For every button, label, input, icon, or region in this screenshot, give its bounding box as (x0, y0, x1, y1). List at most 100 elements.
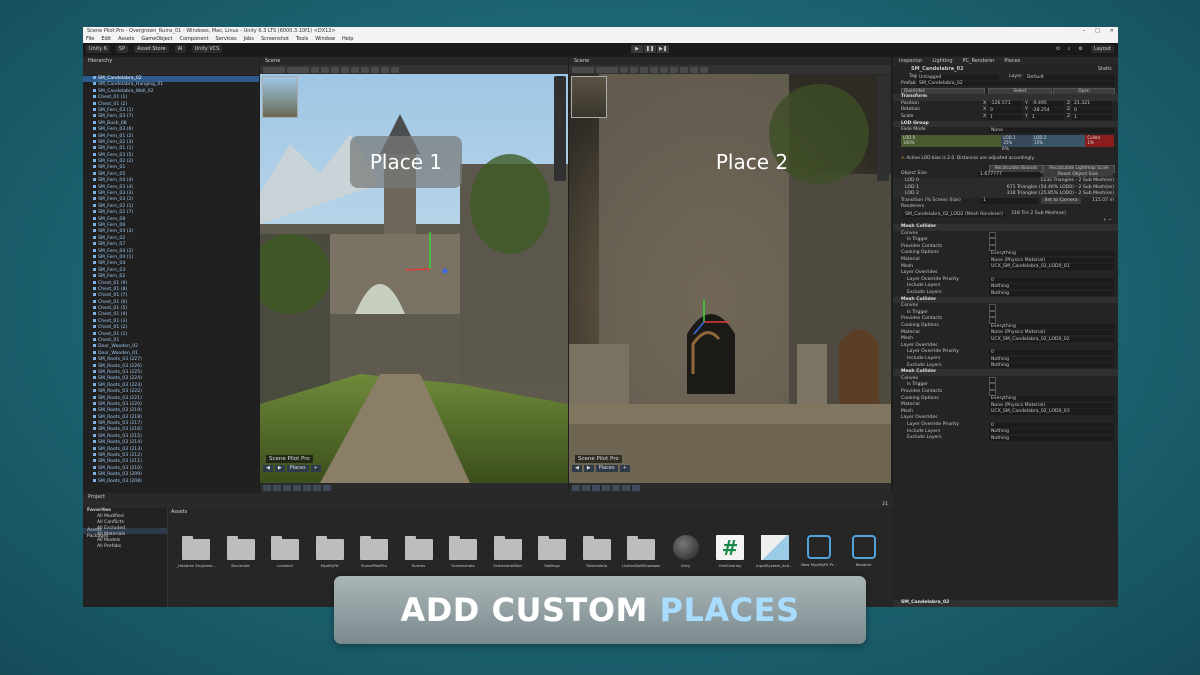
asset-item[interactable]: Screenshots (443, 535, 483, 568)
collider-field[interactable]: 0 (989, 277, 1114, 283)
hierarchy-tab[interactable]: Hierarchy (83, 57, 259, 66)
scale-y[interactable]: 1 (1030, 114, 1064, 120)
tool-icon-1[interactable] (263, 485, 271, 491)
scene-tab-left[interactable]: Scene (260, 57, 568, 65)
collider-field[interactable]: Nothing (989, 429, 1114, 435)
add-place-button-right[interactable]: + (619, 464, 630, 472)
asset-item[interactable]: Lonkelal (265, 535, 305, 568)
snap-icon[interactable] (321, 66, 329, 73)
mesh-collider-header[interactable]: Mesh Collider (893, 224, 1118, 231)
collider-field[interactable]: Nothing (989, 290, 1114, 296)
mesh-collider-header[interactable]: Mesh Collider (893, 369, 1118, 376)
lod-group-header[interactable]: LOD Group (893, 120, 1118, 128)
object-name[interactable]: SM_Candelabra_02 (901, 66, 964, 72)
menu-item[interactable]: Tools (296, 35, 308, 43)
collider-field[interactable]: 0 (989, 422, 1114, 428)
tool-icon-2[interactable] (273, 485, 281, 491)
asset-item[interactable]: UnlitedSoftShadows (621, 535, 661, 568)
hierarchy-search-input[interactable] (83, 66, 259, 75)
collider-field[interactable]: Nothing (989, 356, 1114, 362)
collider-field[interactable]: UCX_SM_Candelabra_02_LOD0_01 (989, 264, 1114, 270)
renderer-field[interactable]: SM_Candelabra_02_LOD2 (Mesh Renderer) (903, 211, 1005, 217)
local-dropdown[interactable] (596, 66, 618, 73)
tool-icon-4[interactable] (602, 485, 610, 491)
pause-icon[interactable]: ❚❚ (644, 45, 656, 53)
lighting-icon[interactable] (650, 66, 658, 73)
asset-item[interactable]: # GridOverlay (710, 535, 750, 568)
shading-icon[interactable] (640, 66, 648, 73)
tool-icon-1[interactable] (572, 485, 580, 491)
menu-item[interactable]: Screenshot (261, 35, 289, 43)
collider-field[interactable]: UCX_SM_Candelabra_02_LOD0_02 (989, 336, 1114, 343)
menu-item[interactable]: Component (180, 35, 209, 43)
scale-z[interactable]: 1 (1072, 114, 1112, 120)
hierarchy-item[interactable]: SM_Roots_03 (208) (83, 478, 259, 485)
tool-icon-3[interactable] (283, 485, 291, 491)
menu-item[interactable]: Services (216, 35, 237, 43)
collider-field[interactable]: UCX_SM_Candelabra_02_LOD0_03 (989, 409, 1114, 415)
add-place-button-left[interactable]: + (310, 464, 321, 472)
menu-item[interactable]: Help (342, 35, 353, 43)
asset-item[interactable]: InputSystem_Acti... (755, 535, 795, 568)
menu-item[interactable]: Edit (101, 35, 111, 43)
asset-item[interactable]: Readme (844, 535, 884, 567)
tool-icon-6[interactable] (622, 485, 630, 491)
collider-field[interactable]: Everything (989, 251, 1114, 257)
scale-x[interactable]: 1 (988, 114, 1022, 120)
asset-item[interactable]: Scenes (399, 535, 439, 568)
tag-dropdown[interactable]: Untagged (917, 75, 999, 80)
rotation-z[interactable]: 0 (1072, 108, 1112, 114)
rotation-y[interactable]: -28.254 (1030, 108, 1064, 114)
prev-place-button-right[interactable]: ◀ (572, 464, 582, 472)
local-dropdown[interactable] (287, 66, 309, 73)
gizmos-icon[interactable] (381, 66, 389, 73)
tab-inspector[interactable]: Inspector (899, 57, 922, 65)
viewport-right[interactable]: Place 2 Scene Pilot Pro ◀ ▶ Places + (569, 74, 891, 483)
audio-icon[interactable] (660, 66, 668, 73)
tool-icon-3[interactable] (592, 485, 600, 491)
grid-icon[interactable] (620, 66, 628, 73)
asset-item[interactable]: Decimate (221, 535, 261, 568)
layer-dropdown[interactable]: Default (1025, 75, 1114, 80)
prev-place-button-left[interactable]: ◀ (263, 464, 273, 472)
view-2d-icon[interactable] (391, 66, 399, 73)
assets-breadcrumb[interactable]: Assets (168, 508, 893, 516)
view-gizmo-right[interactable] (877, 76, 889, 181)
set-to-camera-button[interactable]: Set to Camera (1041, 198, 1081, 204)
reset-object-size-button[interactable]: Reset Object Size (1043, 171, 1113, 178)
lighting-icon[interactable] (341, 66, 349, 73)
fx-icon[interactable] (670, 66, 678, 73)
camera-icon[interactable] (371, 66, 379, 73)
sp-button[interactable]: SP (115, 45, 129, 53)
unity-account-button[interactable]: Unity 6 (86, 45, 110, 53)
tool-icon-6[interactable] (313, 485, 321, 491)
menu-item[interactable]: File (86, 35, 94, 43)
snap-icon[interactable] (630, 66, 638, 73)
asset-item[interactable]: MyoMyFit (310, 535, 350, 568)
tab-pc-renderer[interactable]: PC_Renderer (963, 57, 995, 65)
tab-places[interactable]: Places (1004, 57, 1020, 65)
next-place-button-right[interactable]: ▶ (583, 464, 594, 472)
ai-button[interactable]: AI (174, 45, 186, 53)
asset-item[interactable]: _Heathen Engineer... (176, 535, 216, 568)
collider-field[interactable]: Everything (989, 323, 1114, 329)
layout-dropdown[interactable]: Layout (1091, 45, 1114, 53)
search-icon[interactable]: ⌕ (1068, 43, 1071, 55)
step-icon[interactable]: ▶❚ (657, 45, 669, 53)
maximize-icon[interactable]: □ (1095, 27, 1100, 35)
gizmos-icon[interactable] (690, 66, 698, 73)
collider-field[interactable]: None (Physics Material) (989, 402, 1114, 408)
places-dropdown-left[interactable]: Places (286, 464, 309, 472)
asset-store-button[interactable]: Asset Store (134, 45, 169, 53)
asset-item[interactable]: New MyoMyFit Pr... (799, 535, 839, 567)
pivot-dropdown[interactable] (572, 66, 594, 73)
fx-icon[interactable] (361, 66, 369, 73)
collider-field[interactable]: None (Physics Material) (989, 257, 1114, 263)
places-dropdown-right[interactable]: Places (595, 464, 618, 472)
prefab-field[interactable]: SM_Candelabra_02 (917, 81, 1114, 87)
next-place-button-left[interactable]: ▶ (274, 464, 285, 472)
tool-icon-2[interactable] (582, 485, 590, 491)
shading-icon[interactable] (331, 66, 339, 73)
tab-lighting[interactable]: Lighting (932, 57, 952, 65)
place-thumbnail-left[interactable] (262, 76, 298, 118)
